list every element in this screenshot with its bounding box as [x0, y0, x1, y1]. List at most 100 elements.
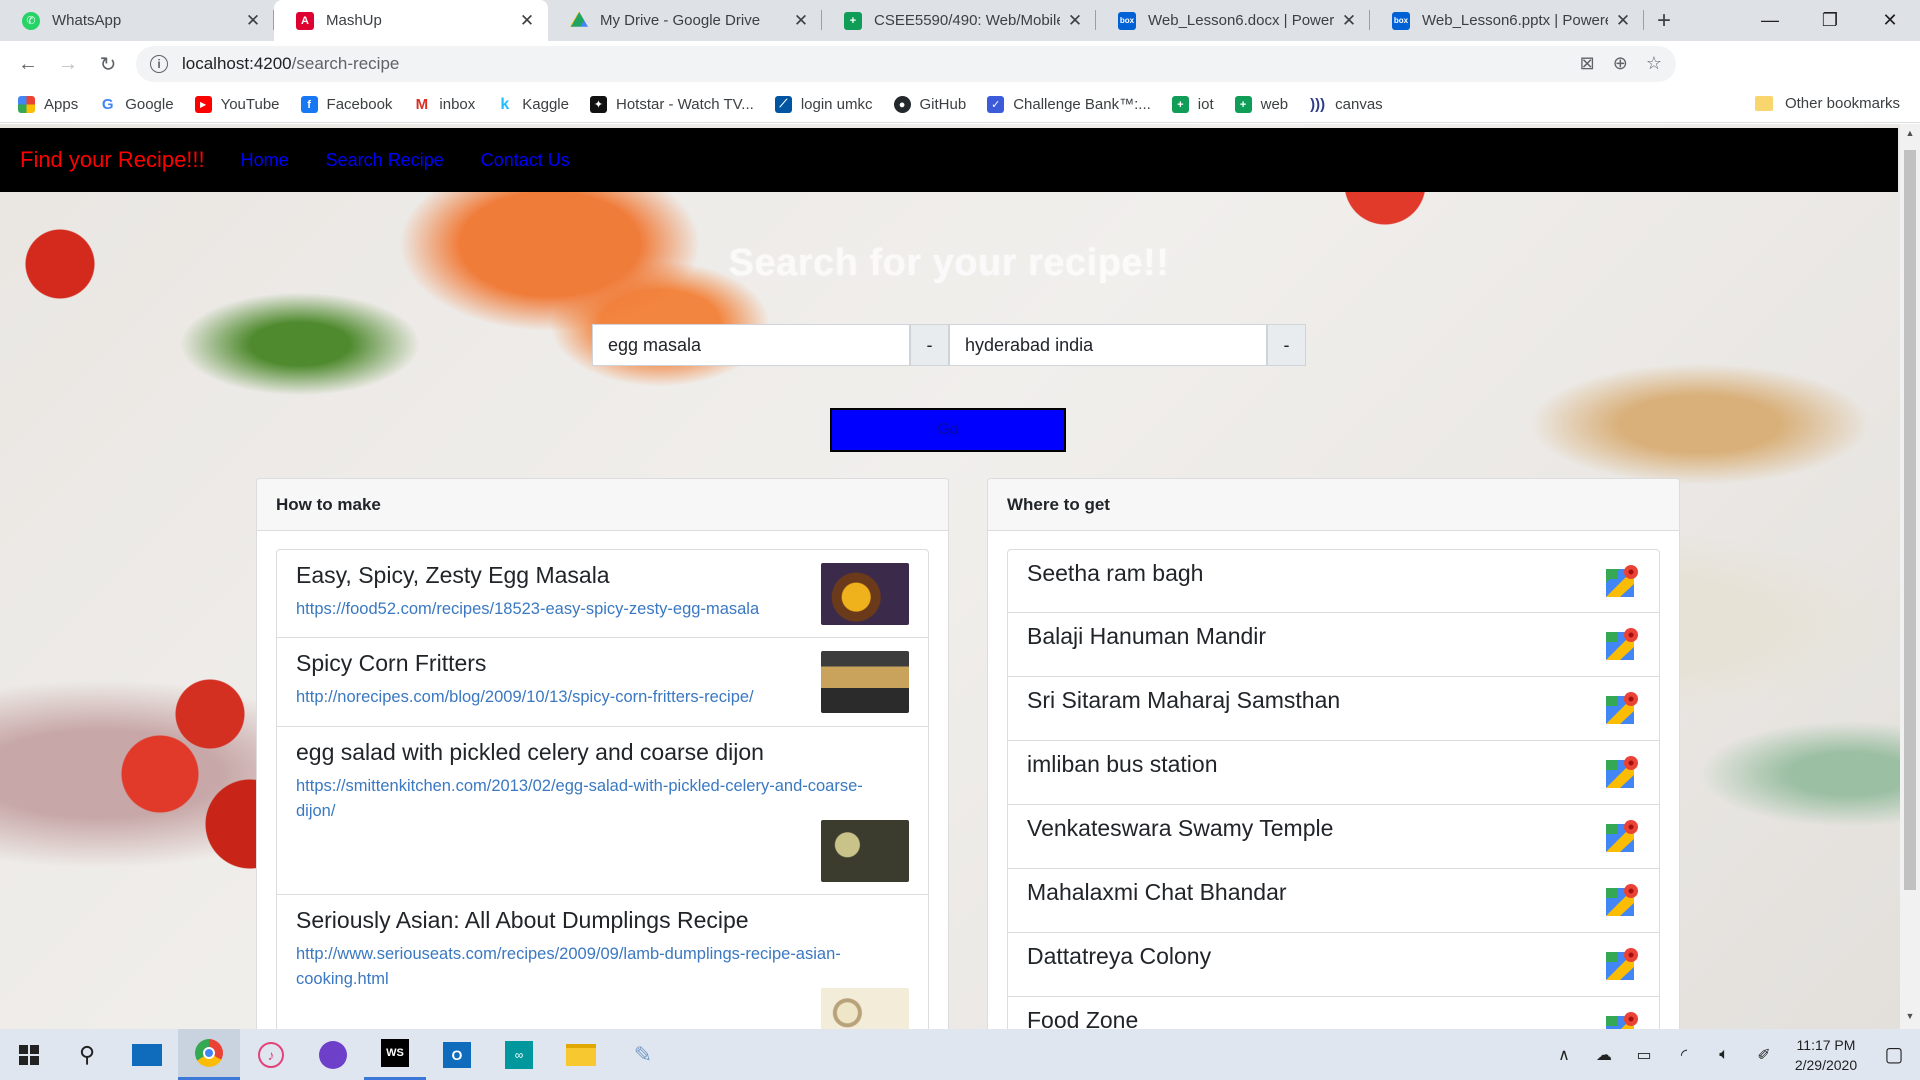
battery-icon[interactable]: ▭	[1624, 1045, 1664, 1065]
search-icon[interactable]: ⚲	[58, 1042, 116, 1068]
bookmark-login-umkc[interactable]: ⟋ login umkc	[774, 96, 873, 113]
minimize-button[interactable]: —	[1740, 0, 1800, 41]
google-maps-icon[interactable]	[1606, 947, 1638, 981]
wifi-icon[interactable]: ◜	[1664, 1045, 1704, 1065]
itunes-icon[interactable]: ♪	[240, 1041, 302, 1068]
bookmark-facebook[interactable]: f Facebook	[300, 96, 392, 113]
new-tab-button[interactable]: +	[1644, 0, 1684, 41]
tab-web-lesson-pptx[interactable]: box Web_Lesson6.pptx | Powered ✕	[1370, 0, 1644, 41]
place-item[interactable]: Venkateswara Swamy Temple	[1007, 805, 1660, 869]
site-brand[interactable]: Find your Recipe!!!	[20, 147, 205, 173]
place-item[interactable]: Food Zone	[1007, 997, 1660, 1029]
place-item[interactable]: Sri Sitaram Maharaj Samsthan	[1007, 677, 1660, 741]
cloud-error-icon[interactable]: ☁	[1584, 1045, 1624, 1065]
bookmark-hotstar[interactable]: ✦ Hotstar - Watch TV...	[589, 96, 754, 113]
close-icon[interactable]: ✕	[1340, 11, 1358, 31]
pen-icon[interactable]: ✐	[1744, 1045, 1784, 1065]
bookmark-google[interactable]: G Google	[99, 96, 174, 113]
tab-google-drive[interactable]: My Drive - Google Drive ✕	[548, 0, 822, 41]
nav-home[interactable]: Home	[241, 150, 289, 171]
github-desktop-icon[interactable]	[302, 1040, 364, 1069]
google-maps-icon[interactable]	[1606, 819, 1638, 853]
address-bar[interactable]: i localhost:4200/search-recipe ⊠ ⊕ ☆	[136, 46, 1676, 82]
corn-fritters-image	[821, 651, 909, 713]
page-scrollbar[interactable]: ▲ ▼	[1900, 124, 1920, 1029]
close-window-button[interactable]: ✕	[1860, 0, 1920, 41]
forward-arrow-icon[interactable]: →	[48, 44, 88, 84]
recipe-link[interactable]: https://smittenkitchen.com/2013/02/egg-s…	[296, 774, 909, 824]
scroll-down-arrow-icon[interactable]: ▼	[1900, 1011, 1920, 1027]
recipe-title: Easy, Spicy, Zesty Egg Masala	[296, 562, 610, 588]
translate-icon[interactable]: ⊠	[1580, 53, 1595, 74]
google-maps-icon[interactable]	[1606, 1011, 1638, 1029]
webstorm-icon[interactable]: WS	[364, 1029, 426, 1080]
tab-title: Web_Lesson6.pptx | Powered	[1422, 12, 1608, 29]
place-item[interactable]: Mahalaxmi Chat Bhandar	[1007, 869, 1660, 933]
bookmark-apps[interactable]: Apps	[18, 96, 78, 113]
nav-search-recipe[interactable]: Search Recipe	[326, 150, 444, 171]
challenge-bank-icon: ✓	[987, 96, 1005, 113]
reload-icon[interactable]: ↻	[88, 44, 128, 84]
outlook-icon[interactable]: O	[426, 1041, 488, 1068]
location-input-addon: -	[1267, 324, 1306, 366]
go-button[interactable]: Go	[830, 408, 1066, 452]
recipe-link[interactable]: http://norecipes.com/blog/2009/10/13/spi…	[296, 685, 909, 710]
notification-icon[interactable]: ▢	[1868, 1042, 1920, 1067]
tab-mashup[interactable]: A MashUp ✕	[274, 0, 548, 41]
bookmark-challenge-bank[interactable]: ✓ Challenge Bank™:...	[987, 96, 1151, 113]
nav-contact-us[interactable]: Contact Us	[481, 150, 570, 171]
info-icon[interactable]: i	[150, 55, 168, 73]
back-arrow-icon[interactable]: ←	[8, 44, 48, 84]
facebook-icon: f	[300, 96, 318, 113]
place-item[interactable]: Balaji Hanuman Mandir	[1007, 613, 1660, 677]
recipes-card: How to make Easy, Spicy, Zesty Egg Masal…	[256, 478, 949, 1029]
place-item[interactable]: imliban bus station	[1007, 741, 1660, 805]
taskbar: ⚲ ♪ WS O ∞ ✎ ∧ ☁ ▭ ◜ 🔈︎ ✐ 11:17 PM 2/29/…	[0, 1029, 1920, 1080]
google-maps-icon[interactable]	[1606, 883, 1638, 917]
tab-csee-sheet[interactable]: + CSEE5590/490: Web/Mobile ✕	[822, 0, 1096, 41]
scrollbar-thumb[interactable]	[1904, 150, 1916, 890]
bookmark-canvas[interactable]: ))) canvas	[1309, 96, 1383, 113]
maximize-button[interactable]: ❐	[1800, 0, 1860, 41]
star-icon[interactable]: ☆	[1646, 53, 1662, 74]
place-item[interactable]: Dattatreya Colony	[1007, 933, 1660, 997]
close-icon[interactable]: ✕	[244, 11, 262, 31]
bookmark-github[interactable]: ● GitHub	[893, 96, 966, 113]
place-name: imliban bus station	[1027, 751, 1218, 777]
arduino-icon[interactable]: ∞	[488, 1040, 550, 1069]
close-icon[interactable]: ✕	[518, 11, 536, 31]
paint-icon[interactable]: ✎	[612, 1042, 674, 1068]
bookmark-web[interactable]: + web	[1234, 96, 1288, 113]
other-bookmarks[interactable]: Other bookmarks	[1754, 95, 1900, 112]
location-search-input[interactable]: hyderabad india	[949, 324, 1267, 366]
url-host: localhost:4200	[182, 54, 292, 73]
tab-web-lesson-docx[interactable]: box Web_Lesson6.docx | Powered ✕	[1096, 0, 1370, 41]
windows-start-icon[interactable]	[0, 1029, 58, 1080]
chevron-up-icon[interactable]: ∧	[1544, 1045, 1584, 1065]
clock-time: 11:17 PM	[1796, 1036, 1856, 1053]
volume-icon[interactable]: 🔈︎	[1704, 1046, 1744, 1064]
file-explorer-icon[interactable]	[550, 1043, 612, 1066]
recipe-link[interactable]: https://food52.com/recipes/18523-easy-sp…	[296, 597, 909, 622]
google-maps-icon[interactable]	[1606, 691, 1638, 725]
location-icon[interactable]: ⊕	[1613, 53, 1628, 74]
bookmark-kaggle[interactable]: k Kaggle	[496, 96, 569, 113]
bookmark-iot[interactable]: + iot	[1171, 96, 1214, 113]
bookmark-youtube[interactable]: ▶ YouTube	[194, 96, 280, 113]
google-maps-icon[interactable]	[1606, 755, 1638, 789]
google-maps-icon[interactable]	[1606, 627, 1638, 661]
places-card-header: Where to get	[988, 479, 1679, 531]
tab-whatsapp[interactable]: ✆ WhatsApp ✕	[0, 0, 274, 41]
close-icon[interactable]: ✕	[1066, 11, 1084, 31]
clock[interactable]: 11:17 PM 2/29/2020	[1784, 1035, 1868, 1075]
recipe-search-input[interactable]: egg masala	[592, 324, 910, 366]
recipe-link[interactable]: http://www.seriouseats.com/recipes/2009/…	[296, 942, 909, 992]
google-maps-icon[interactable]	[1606, 564, 1638, 598]
close-icon[interactable]: ✕	[792, 11, 810, 31]
mail-app-icon[interactable]	[116, 1043, 178, 1066]
chrome-icon[interactable]	[178, 1029, 240, 1080]
bookmark-inbox[interactable]: Minbox	[413, 96, 475, 113]
place-item[interactable]: Seetha ram bagh	[1007, 549, 1660, 613]
scroll-up-arrow-icon[interactable]: ▲	[1900, 128, 1920, 144]
close-icon[interactable]: ✕	[1614, 11, 1632, 31]
